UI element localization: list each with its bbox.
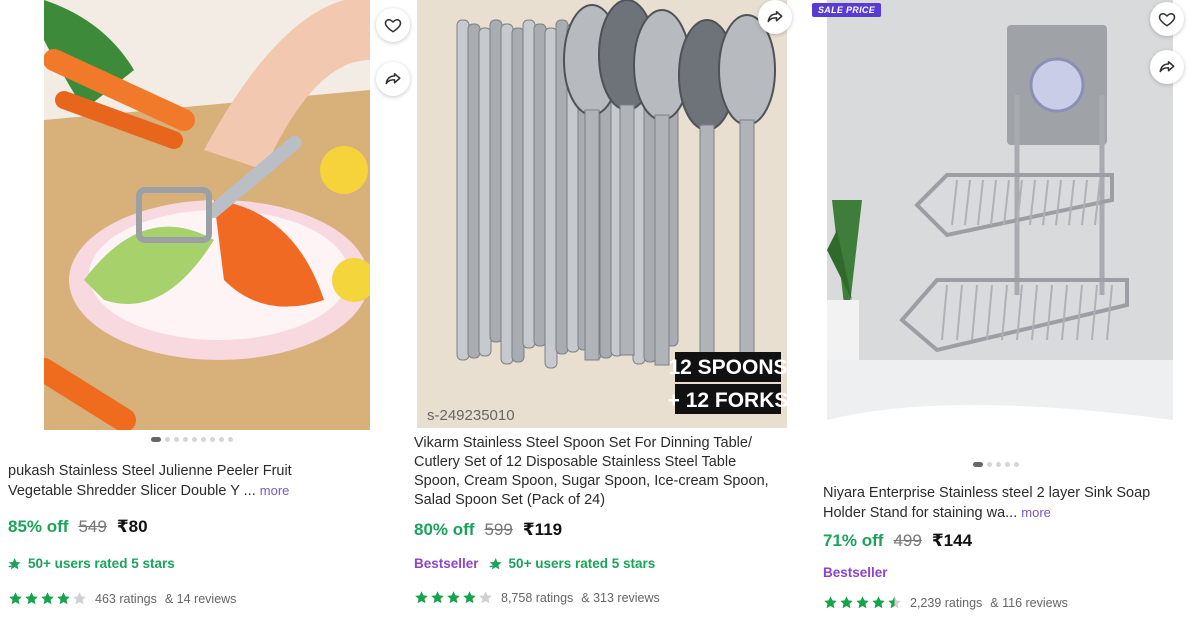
star-icon: [25, 592, 38, 605]
product-image[interactable]: [827, 0, 1173, 455]
star-icon: [41, 592, 54, 605]
image-text-forks: + 12 FORKS: [668, 389, 787, 412]
carousel-dot[interactable]: [165, 437, 170, 442]
badge-row: Bestseller 50+ users rated 5 stars: [414, 556, 655, 571]
share-icon: [385, 73, 401, 85]
image-code: s-249235010: [427, 407, 515, 424]
price-label: ₹80: [116, 517, 148, 536]
share-icon: [1159, 61, 1175, 73]
carousel-dot[interactable]: [183, 437, 188, 442]
rating-stars: [414, 590, 493, 605]
ratings-count: 2,239 ratings: [910, 595, 983, 610]
sale-price-tag: SALE PRICE: [812, 3, 882, 17]
carousel-dot[interactable]: [1005, 462, 1010, 467]
product-title[interactable]: Vikarm Stainless Steel Spoon Set For Din…: [414, 434, 804, 510]
image-text-spoons: 12 SPOONS: [668, 356, 787, 379]
product-image[interactable]: 12 SPOONS + 12 FORKS s-249235010: [417, 0, 787, 428]
product-card[interactable]: SALE PRICE Niyara Enterprise Stainless s…: [812, 0, 1200, 617]
star-icon: [9, 592, 22, 605]
star-icon: [840, 596, 853, 609]
star-icon: [856, 596, 869, 609]
mrp-label: 549: [78, 517, 107, 536]
more-link[interactable]: more: [1021, 505, 1051, 520]
discount-label: 71% off: [823, 531, 884, 550]
star-icon: [415, 591, 428, 604]
bestseller-badge: Bestseller: [823, 565, 888, 580]
share-button[interactable]: [1150, 50, 1184, 84]
ratings-count: 463 ratings: [95, 591, 157, 606]
star-icon: [824, 596, 837, 609]
star-icon: [57, 592, 70, 605]
share-button[interactable]: [758, 0, 792, 34]
badge-row: 50+ users rated 5 stars: [8, 556, 175, 571]
carousel-dot[interactable]: [151, 437, 161, 442]
heart-icon: [384, 18, 402, 33]
heart-icon: [1158, 12, 1176, 27]
star-badge-icon: [489, 557, 502, 569]
rating-row[interactable]: 8,758 ratings & 313 reviews: [414, 590, 660, 605]
more-link[interactable]: more: [260, 483, 290, 498]
image-carousel-dots: [151, 437, 233, 442]
product-title[interactable]: pukash Stainless Steel Julienne Peeler F…: [8, 462, 388, 501]
rating-row[interactable]: 463 ratings & 14 reviews: [8, 591, 236, 606]
carousel-dot[interactable]: [210, 437, 215, 442]
carousel-dot[interactable]: [1014, 462, 1019, 467]
price-row: 71% off 499 ₹144: [823, 531, 972, 551]
product-title[interactable]: Niyara Enterprise Stainless steel 2 laye…: [823, 484, 1199, 523]
reviews-count: & 14 reviews: [164, 591, 237, 606]
mrp-label: 499: [893, 531, 922, 550]
rating-stars: [823, 595, 902, 610]
carousel-dot[interactable]: [973, 462, 983, 467]
carousel-dot[interactable]: [219, 437, 224, 442]
carousel-dot[interactable]: [174, 437, 179, 442]
star-icon: [447, 591, 460, 604]
price-row: 85% off 549 ₹80: [8, 517, 148, 537]
ratings-count: 8,758 ratings: [501, 590, 574, 605]
reviews-count: & 116 reviews: [990, 595, 1068, 610]
wishlist-button[interactable]: [1150, 2, 1184, 36]
badge-row: Bestseller: [823, 565, 888, 580]
product-card[interactable]: 12 SPOONS + 12 FORKS s-249235010 Vikarm …: [405, 0, 805, 617]
carousel-dot[interactable]: [201, 437, 206, 442]
star-icon: [872, 596, 885, 609]
discount-label: 85% off: [8, 517, 69, 536]
star-icon: [73, 592, 86, 605]
share-icon: [767, 11, 783, 23]
carousel-dot[interactable]: [987, 462, 992, 467]
star-icon: [431, 591, 444, 604]
image-carousel-dots: [973, 462, 1019, 467]
users-rated-badge: 50+ users rated 5 stars: [8, 556, 175, 571]
star-icon: [888, 596, 901, 609]
carousel-dot[interactable]: [192, 437, 197, 442]
price-row: 80% off 599 ₹119: [414, 520, 562, 540]
mrp-label: 599: [484, 520, 513, 539]
reviews-count: & 313 reviews: [581, 590, 660, 605]
users-rated-badge: 50+ users rated 5 stars: [489, 556, 655, 571]
product-image[interactable]: [44, 0, 370, 430]
star-icon: [479, 591, 492, 604]
carousel-dot[interactable]: [996, 462, 1001, 467]
price-label: ₹119: [522, 520, 563, 539]
price-label: ₹144: [931, 531, 973, 550]
star-badge-icon: [8, 557, 21, 569]
carousel-dot[interactable]: [228, 437, 233, 442]
bestseller-badge: Bestseller: [414, 556, 479, 571]
rating-stars: [8, 591, 87, 606]
product-card[interactable]: pukash Stainless Steel Julienne Peeler F…: [0, 0, 410, 617]
discount-label: 80% off: [414, 520, 475, 539]
star-icon: [463, 591, 476, 604]
rating-row[interactable]: 2,239 ratings & 116 reviews: [823, 595, 1068, 610]
